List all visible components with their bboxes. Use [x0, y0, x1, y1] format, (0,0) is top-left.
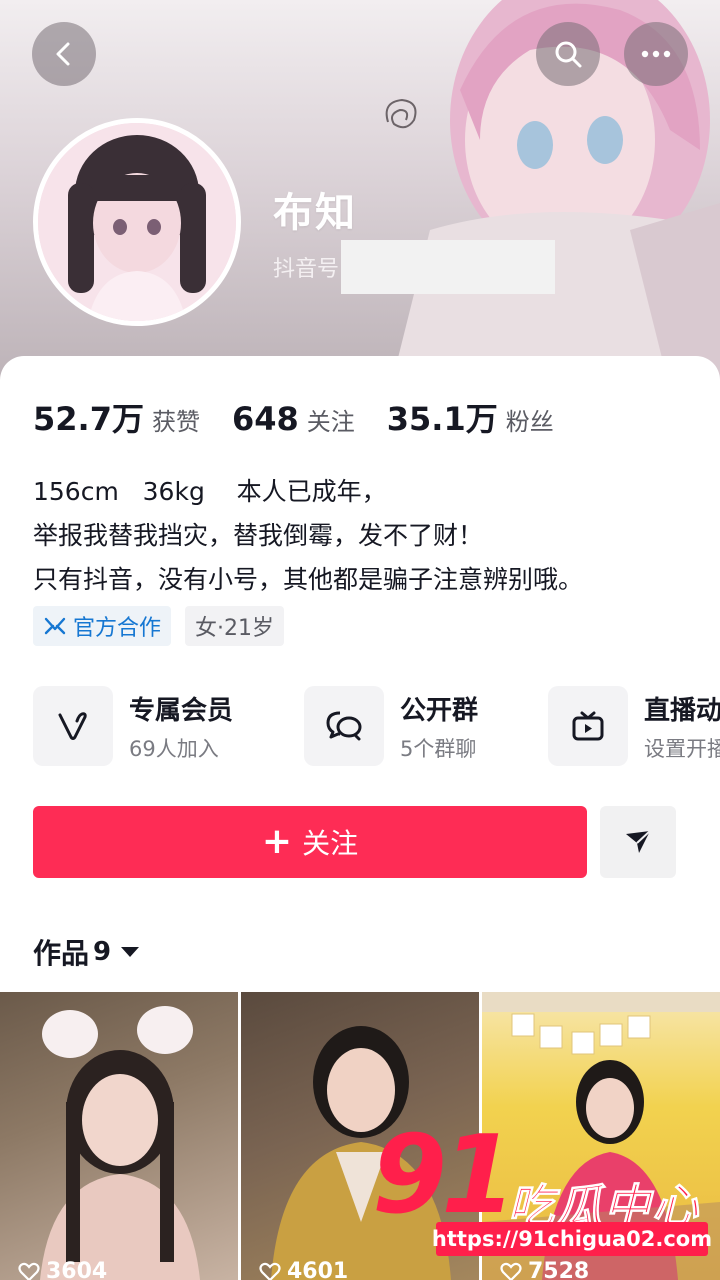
feature-text: 直播动态 设置开播提醒 [644, 690, 720, 763]
feature-membership[interactable]: 专属会员 69人加入 [33, 686, 233, 766]
stat-following[interactable]: 648 关注 [232, 400, 355, 438]
feature-public-group[interactable]: 公开群 5个群聊 [304, 686, 478, 766]
gender-age-tag: 女·21岁 [185, 606, 285, 646]
more-button[interactable] [624, 22, 688, 86]
profile-name: 布知 [273, 190, 357, 236]
video-likes: 3604 [18, 1259, 107, 1280]
watermark-url: https://91chigua02.com [432, 1222, 712, 1256]
works-tab[interactable]: 作品 9 [33, 932, 141, 972]
feature-text: 专属会员 69人加入 [129, 690, 233, 763]
video-likes-count: 3604 [46, 1259, 108, 1280]
v-heart-icon [58, 712, 87, 740]
feature-icon-box [548, 686, 628, 766]
feature-title: 公开群 [400, 695, 479, 726]
chevron-left-icon [56, 42, 70, 66]
watermark: 91 吃瓜中心 https://91chigua02.com [366, 1122, 716, 1268]
heart-outline-icon [18, 1262, 40, 1280]
follow-button[interactable]: + 关注 [33, 806, 587, 878]
bio-line: 只有抖音，没有小号，其他都是骗子注意辨别哦。 [33, 565, 584, 594]
heart-outline-icon [259, 1262, 281, 1280]
watermark-number: 91 [372, 1113, 516, 1238]
stat-label: 粉丝 [505, 408, 554, 436]
works-count: 9 [93, 937, 112, 967]
stat-label: 获赞 [151, 408, 200, 436]
plus-icon: + [261, 821, 293, 862]
bio-line: 举报我替我挡灾，替我倒霉，发不了财！ [33, 521, 484, 550]
feature-subtitle: 设置开播提醒 [644, 736, 720, 761]
video-likes: 4601 [259, 1259, 348, 1280]
douyin-id-label: 抖音号 [273, 257, 340, 282]
more-dots-icon [641, 50, 671, 58]
video-cover-image [40, 1006, 200, 1280]
message-button[interactable] [600, 806, 676, 878]
douyin-id-redacted [341, 240, 556, 294]
stat-value: 35.1万 [386, 400, 498, 438]
search-icon [555, 41, 582, 68]
feature-title: 直播动态 [644, 695, 720, 726]
back-button[interactable] [32, 22, 96, 86]
features-row: 专属会员 69人加入 公开群 5个群聊 直播动态 设置开播提醒 [33, 686, 720, 770]
search-button[interactable] [536, 22, 600, 86]
follow-label: 关注 [302, 827, 359, 860]
avatar-image [38, 123, 236, 321]
scribble-icon [385, 98, 417, 129]
stat-value: 648 [231, 400, 299, 438]
bio: 156cm 36kg 本人已成年， 举报我替我挡灾，替我倒霉，发不了财！ 只有抖… [33, 470, 583, 602]
feature-icon-box [33, 686, 113, 766]
tv-icon [572, 711, 604, 741]
feature-subtitle: 5个群聊 [400, 736, 477, 761]
caret-down-icon [121, 947, 140, 957]
feature-icon-box [304, 686, 384, 766]
tags-row: 官方合作 女·21岁 [33, 606, 298, 646]
feature-live-updates[interactable]: 直播动态 设置开播提醒 [548, 686, 720, 766]
works-label: 作品 [33, 937, 90, 970]
official-partner-icon [44, 617, 66, 635]
stat-value: 52.7万 [33, 400, 144, 438]
feature-subtitle: 69人加入 [129, 736, 219, 761]
stat-likes[interactable]: 52.7万 获赞 [33, 394, 200, 440]
avatar[interactable] [33, 118, 241, 326]
stat-followers[interactable]: 35.1万 粉丝 [387, 394, 554, 440]
feature-title: 专属会员 [129, 695, 234, 726]
official-partner-tag[interactable]: 官方合作 [33, 606, 172, 646]
stat-label: 关注 [306, 408, 355, 436]
official-partner-label: 官方合作 [73, 616, 162, 641]
video-likes-count: 4601 [287, 1259, 349, 1280]
chat-bubbles-icon [326, 711, 362, 741]
stats-row: 52.7万 获赞 648 关注 35.1万 粉丝 [33, 394, 586, 440]
video-thumbnail[interactable]: 3604 [0, 992, 238, 1280]
bio-line: 156cm 36kg 本人已成年， [33, 477, 387, 506]
douyin-id-row[interactable]: 抖音号 [273, 240, 556, 294]
feature-text: 公开群 5个群聊 [400, 690, 478, 763]
send-arrow-icon [626, 830, 651, 853]
